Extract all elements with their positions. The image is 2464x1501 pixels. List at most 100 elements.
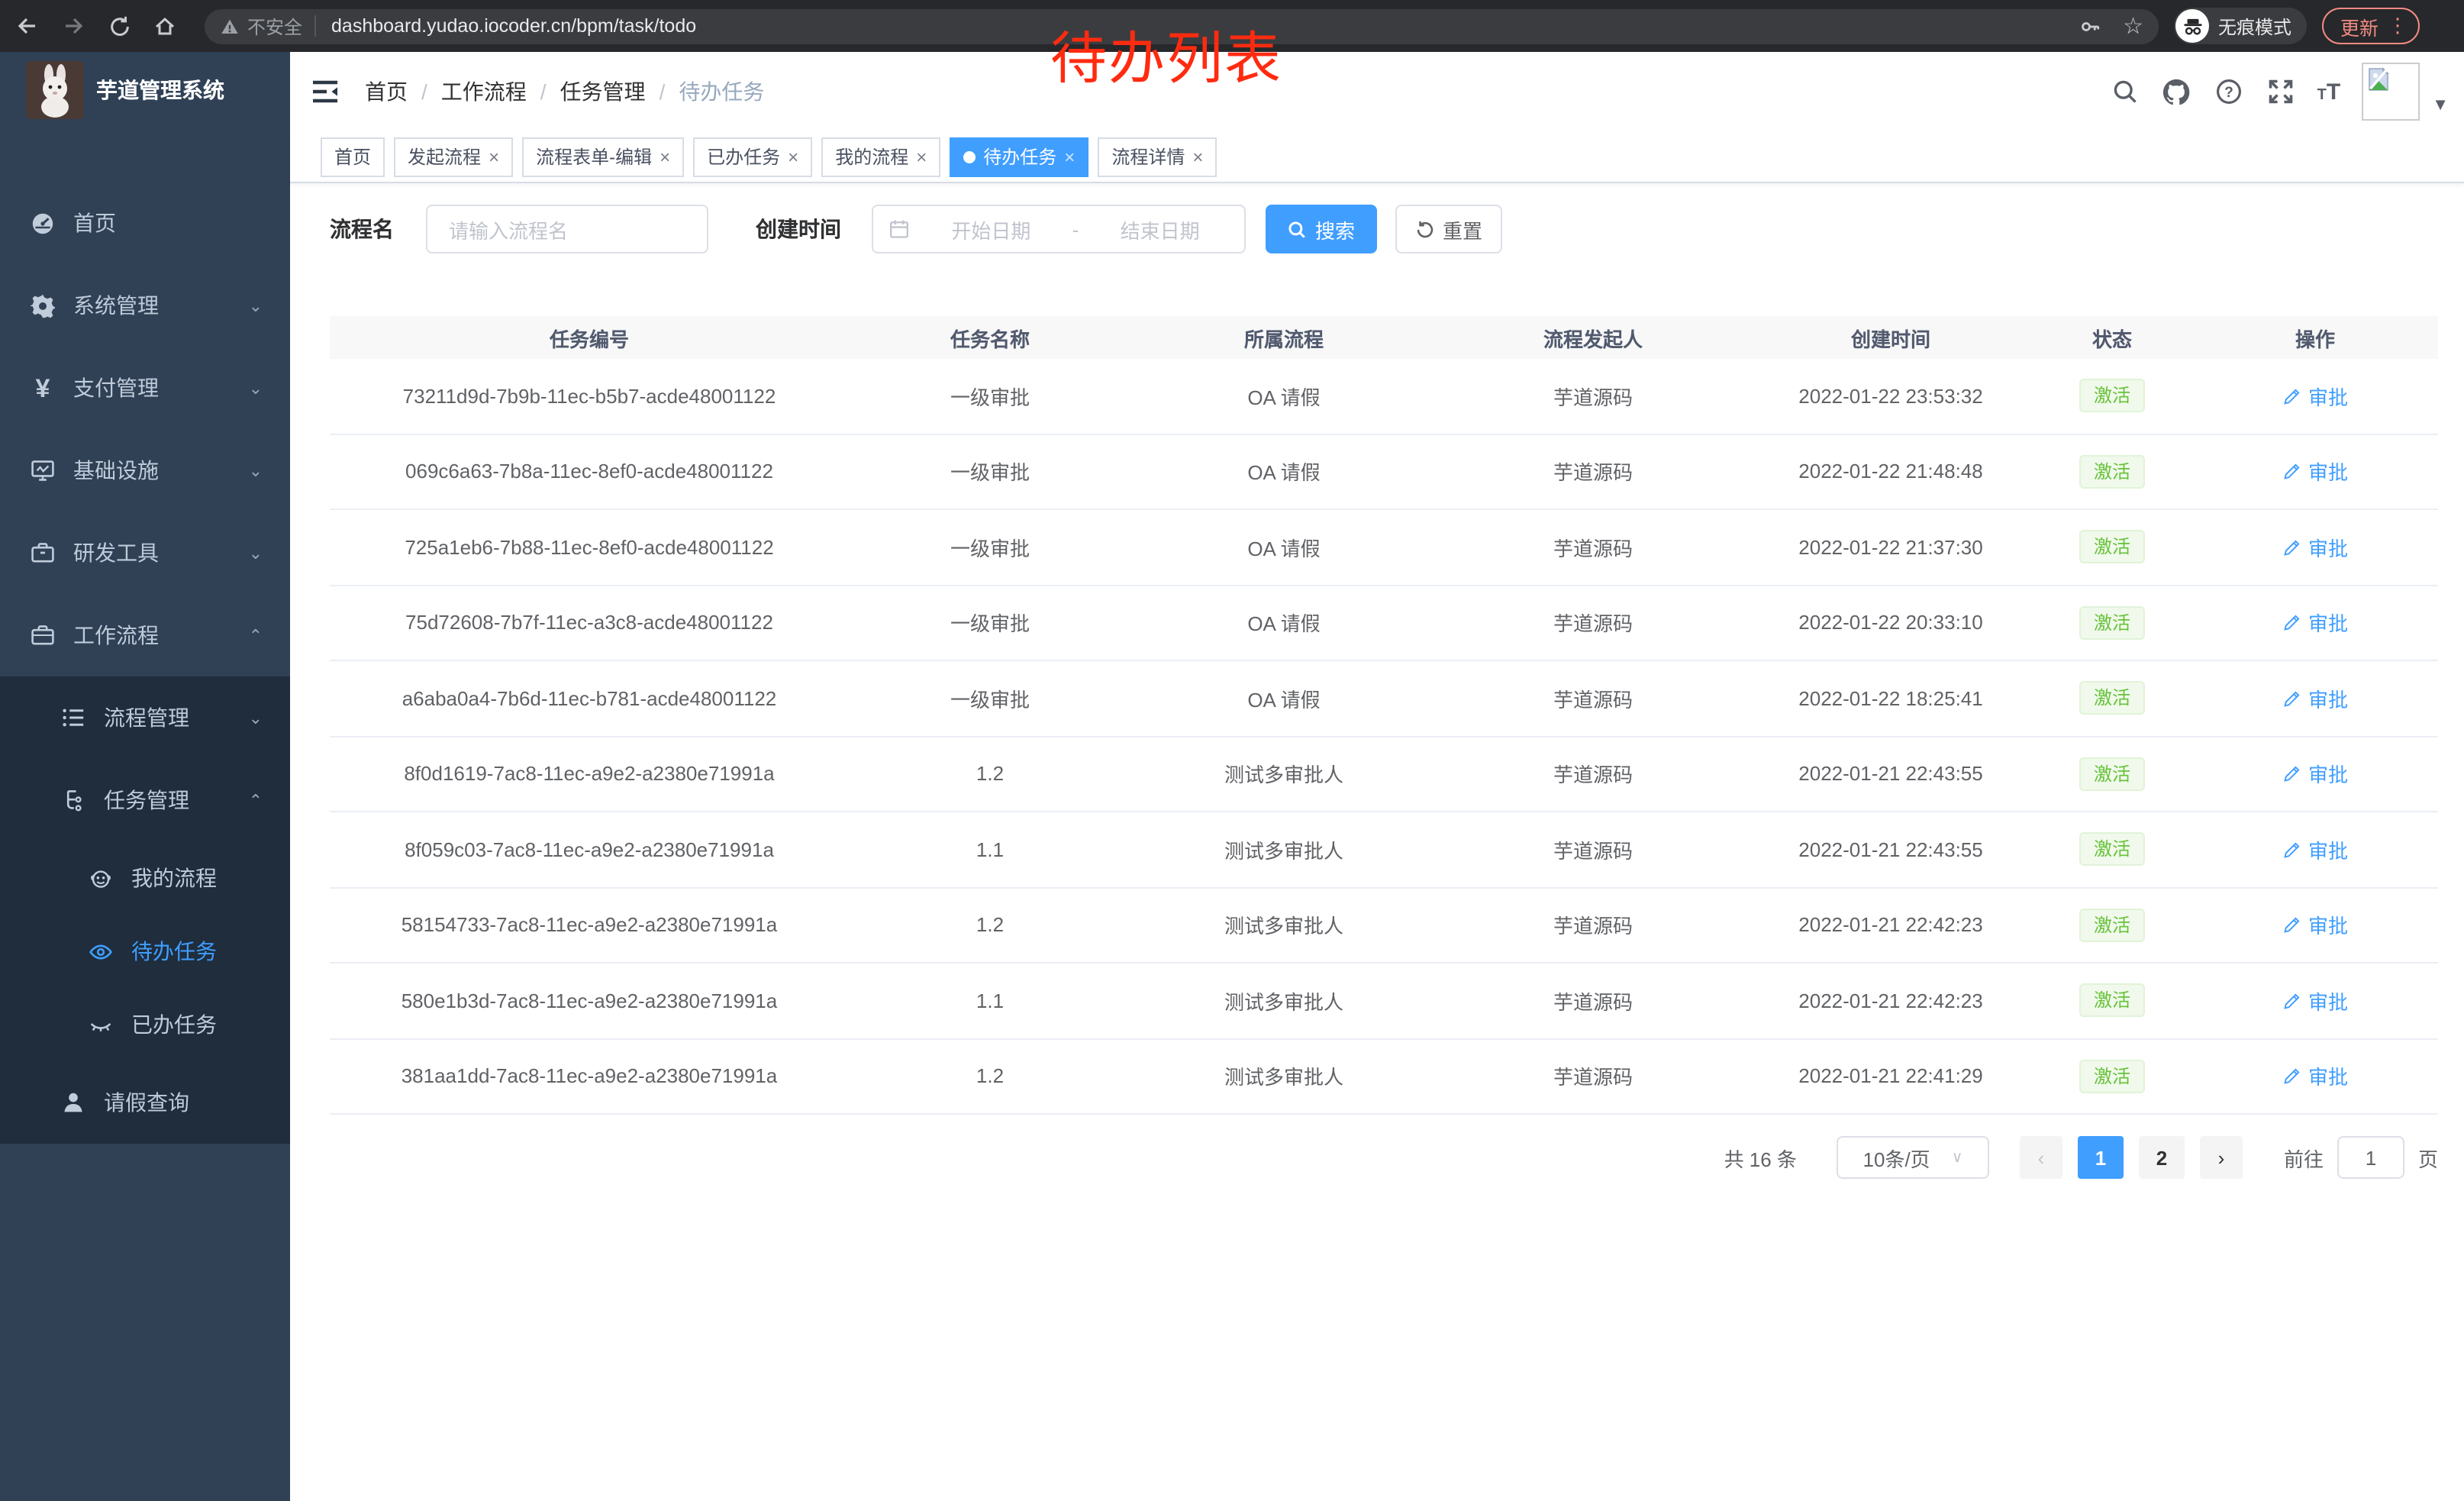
- close-icon[interactable]: ×: [788, 147, 798, 166]
- home-icon[interactable]: [147, 8, 183, 44]
- sidebar-item-流程管理[interactable]: 流程管理⌄: [0, 676, 290, 759]
- tab-已办任务[interactable]: 已办任务×: [693, 137, 812, 176]
- table-row: 580e1b3d-7ac8-11ec-a9e2-a2380e71991a1.1测…: [330, 964, 2438, 1039]
- next-page-button[interactable]: ›: [2200, 1136, 2243, 1179]
- cell-status: 激活: [2032, 455, 2192, 489]
- sidebar-item-待办任务[interactable]: 待办任务: [0, 915, 290, 988]
- user-avatar[interactable]: [2362, 63, 2420, 121]
- avatar-caret-icon[interactable]: ▼: [2432, 96, 2449, 115]
- date-end-placeholder[interactable]: 结束日期: [1091, 215, 1229, 244]
- approve-button[interactable]: 审批: [2282, 533, 2348, 562]
- tab-首页[interactable]: 首页: [321, 137, 385, 176]
- cell-task-name: 一级审批: [849, 608, 1131, 638]
- cell-starter: 芋道源码: [1437, 684, 1750, 713]
- close-icon[interactable]: ×: [1064, 147, 1075, 166]
- tab-label: 流程详情: [1111, 144, 1185, 169]
- status-badge: 激活: [2080, 984, 2144, 1018]
- sidebar-logo[interactable]: 芋道管理系统: [0, 52, 290, 128]
- pagination: 共 16 条 10条/页 ∨ ‹ 12 › 前往 1 页: [1724, 1136, 2438, 1179]
- cell-task-name: 一级审批: [849, 533, 1131, 562]
- breadcrumb-item[interactable]: 任务管理: [560, 76, 646, 107]
- process-name-input[interactable]: 请输入流程名: [426, 205, 708, 253]
- prev-page-button[interactable]: ‹: [2020, 1136, 2062, 1179]
- sidebar-item-已办任务[interactable]: 已办任务: [0, 988, 290, 1061]
- kebab-menu-icon[interactable]: ⋮: [2388, 14, 2408, 38]
- header-actions: ? TT ▼: [2110, 63, 2464, 121]
- status-badge: 激活: [2080, 833, 2144, 867]
- close-icon[interactable]: ×: [1192, 147, 1203, 166]
- approve-button[interactable]: 审批: [2282, 760, 2348, 789]
- page-button-2[interactable]: 2: [2139, 1136, 2185, 1179]
- sidebar-item-支付管理[interactable]: ¥支付管理⌄: [0, 347, 290, 429]
- cell-task-name: 1.2: [849, 914, 1131, 937]
- pencil-icon: [2282, 613, 2302, 633]
- key-icon[interactable]: [2079, 15, 2101, 37]
- sidebar-item-研发工具[interactable]: 研发工具⌄: [0, 512, 290, 594]
- sidebar-item-基础设施[interactable]: 基础设施⌄: [0, 429, 290, 512]
- dashboard-icon: [31, 211, 55, 235]
- incognito-badge: 无痕模式: [2174, 8, 2307, 44]
- forward-icon[interactable]: [55, 8, 92, 44]
- goto-page-input[interactable]: 1: [2337, 1136, 2404, 1179]
- breadcrumb-separator: /: [421, 79, 427, 104]
- tab-发起流程[interactable]: 发起流程×: [394, 137, 513, 176]
- update-label[interactable]: 更新: [2340, 11, 2379, 40]
- page-size-select[interactable]: 10条/页 ∨: [1837, 1136, 1989, 1179]
- cell-task-id: 725a1eb6-7b88-11ec-8ef0-acde48001122: [330, 536, 849, 559]
- close-icon[interactable]: ×: [660, 147, 670, 166]
- cell-create-time: 2022-01-22 18:25:41: [1750, 687, 2032, 710]
- github-icon[interactable]: [2162, 76, 2192, 107]
- cell-create-time: 2022-01-21 22:42:23: [1750, 914, 2032, 937]
- security-label[interactable]: 不安全: [247, 13, 302, 39]
- breadcrumb-item[interactable]: 首页: [365, 76, 408, 107]
- fullscreen-icon[interactable]: [2266, 76, 2296, 107]
- breadcrumb-item[interactable]: 工作流程: [441, 76, 527, 107]
- date-range-input[interactable]: 开始日期 - 结束日期: [872, 205, 1246, 253]
- tab-我的流程[interactable]: 我的流程×: [821, 137, 940, 176]
- approve-button[interactable]: 审批: [2282, 986, 2348, 1015]
- status-badge: 激活: [2080, 379, 2144, 413]
- hamburger-icon[interactable]: [310, 76, 340, 107]
- reset-button[interactable]: 重置: [1395, 205, 1502, 253]
- approve-button[interactable]: 审批: [2282, 1062, 2348, 1091]
- approve-button[interactable]: 审批: [2282, 382, 2348, 411]
- cell-task-name: 1.2: [849, 763, 1131, 786]
- sidebar-item-我的流程[interactable]: 我的流程: [0, 841, 290, 915]
- sidebar-item-任务管理[interactable]: 任务管理⌃: [0, 759, 290, 841]
- search-button[interactable]: 搜索: [1266, 205, 1377, 253]
- breadcrumb: 首页/工作流程/任务管理/待办任务: [365, 76, 764, 107]
- approve-button[interactable]: 审批: [2282, 835, 2348, 864]
- status-badge: 激活: [2080, 455, 2144, 489]
- help-icon[interactable]: ?: [2214, 76, 2244, 107]
- approve-button[interactable]: 审批: [2282, 684, 2348, 713]
- tab-流程表单-编辑[interactable]: 流程表单-编辑×: [522, 137, 684, 176]
- search-icon[interactable]: [2110, 76, 2140, 107]
- close-icon[interactable]: ×: [489, 147, 499, 166]
- close-icon[interactable]: ×: [916, 147, 927, 166]
- reload-icon[interactable]: [101, 8, 137, 44]
- cell-task-id: 381aa1dd-7ac8-11ec-a9e2-a2380e71991a: [330, 1065, 849, 1088]
- gear-icon: [31, 293, 55, 318]
- star-icon[interactable]: ☆: [2123, 12, 2143, 40]
- sidebar-item-请假查询[interactable]: 请假查询: [0, 1061, 290, 1144]
- sidebar-menu: 首页系统管理⌄¥支付管理⌄基础设施⌄研发工具⌄工作流程⌃流程管理⌄任务管理⌃我的…: [0, 182, 290, 1144]
- cell-starter: 芋道源码: [1437, 986, 1750, 1015]
- back-icon[interactable]: [9, 8, 46, 44]
- active-dot: [963, 150, 976, 163]
- sidebar-item-系统管理[interactable]: 系统管理⌄: [0, 264, 290, 347]
- cell-starter: 芋道源码: [1437, 533, 1750, 562]
- table-body: 73211d9d-7b9b-11ec-b5b7-acde48001122一级审批…: [330, 359, 2438, 1115]
- sidebar: 芋道管理系统 首页系统管理⌄¥支付管理⌄基础设施⌄研发工具⌄工作流程⌃流程管理⌄…: [0, 52, 290, 1501]
- approve-button[interactable]: 审批: [2282, 911, 2348, 940]
- sidebar-item-工作流程[interactable]: 工作流程⌃: [0, 594, 290, 676]
- tab-待办任务[interactable]: 待办任务×: [950, 137, 1088, 176]
- browser-update-button[interactable]: 更新 ⋮: [2322, 8, 2420, 44]
- sidebar-item-首页[interactable]: 首页: [0, 182, 290, 264]
- font-size-icon[interactable]: TT: [2317, 79, 2341, 105]
- page-button-1[interactable]: 1: [2078, 1136, 2124, 1179]
- approve-button[interactable]: 审批: [2282, 608, 2348, 638]
- date-start-placeholder[interactable]: 开始日期: [922, 215, 1060, 244]
- approve-button[interactable]: 审批: [2282, 457, 2348, 486]
- cell-starter: 芋道源码: [1437, 1062, 1750, 1091]
- tab-流程详情[interactable]: 流程详情 ×: [1098, 137, 1217, 176]
